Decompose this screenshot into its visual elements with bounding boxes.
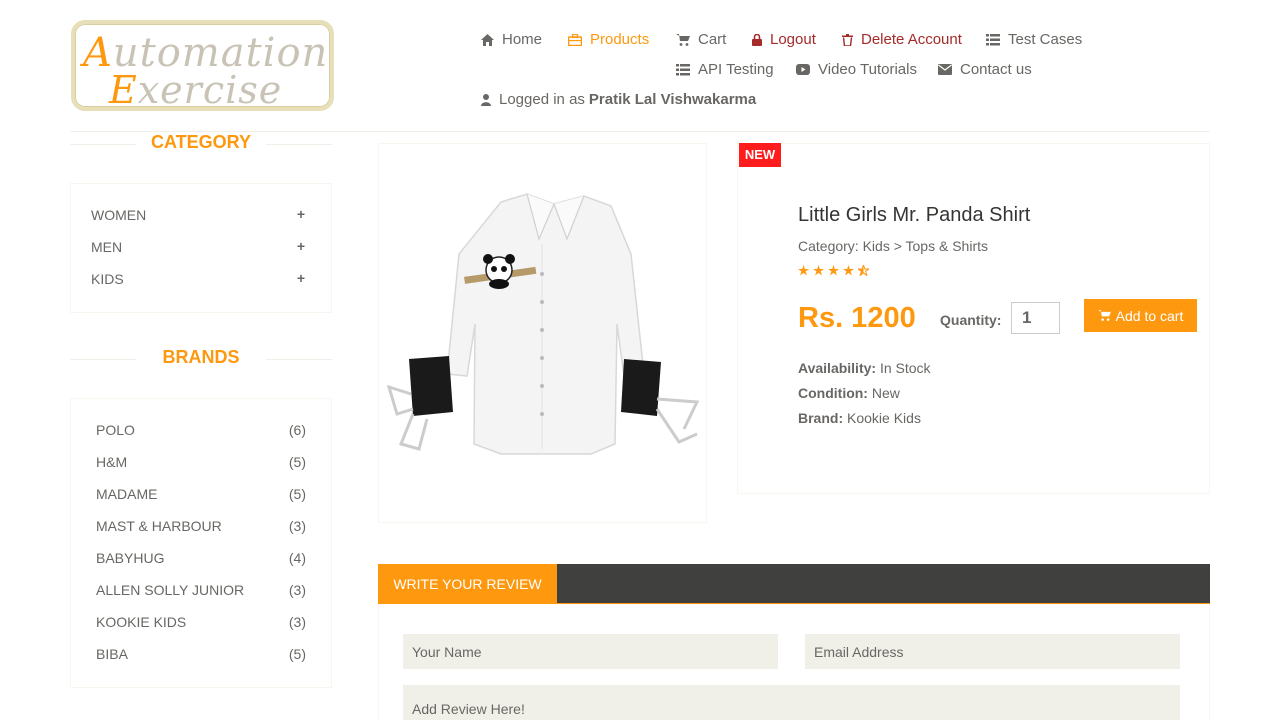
review-text-input[interactable]	[403, 685, 1180, 720]
quantity-label: Quantity:	[940, 312, 1002, 328]
nav-products-label: Products	[590, 31, 650, 48]
add-to-cart-label: Add to cart	[1115, 307, 1184, 324]
plus-icon[interactable]: +	[297, 270, 305, 286]
category-item-women[interactable]: WOMEN +	[91, 206, 305, 223]
brand-item-hm[interactable]: H&M (5)	[96, 454, 306, 470]
trash-icon	[842, 33, 853, 46]
nav-api-testing-label: API Testing	[698, 61, 774, 78]
review-name-input[interactable]	[403, 634, 778, 669]
brand-item-babyhug[interactable]: BABYHUG (4)	[96, 550, 306, 566]
youtube-icon	[796, 64, 810, 75]
brand-row: Brand: Kookie Kids	[798, 410, 921, 426]
nav-delete-account-label: Delete Account	[861, 31, 962, 48]
list-icon	[676, 63, 690, 75]
product-category: Category: Kids > Tops & Shirts	[798, 238, 988, 254]
envelope-icon	[938, 64, 952, 75]
new-badge: NEW	[739, 143, 781, 167]
category-panel: WOMEN + MEN + KIDS +	[70, 183, 332, 313]
nav-home[interactable]: Home	[481, 31, 542, 48]
briefcase-icon	[568, 33, 582, 46]
condition-row: Condition: New	[798, 385, 900, 401]
brands-title: BRANDS	[70, 347, 332, 368]
logged-in-status: Logged in as Pratik Lal Vishwakarma	[481, 91, 756, 108]
cart-icon	[676, 33, 690, 46]
star-icon	[843, 265, 854, 276]
product-price: Rs. 1200	[798, 302, 916, 334]
category-item-kids[interactable]: KIDS +	[91, 270, 305, 287]
brand-item-mast-harbour[interactable]: MAST & HARBOUR (3)	[96, 518, 306, 534]
brand-item-biba[interactable]: BIBA (5)	[96, 646, 306, 662]
nav-contact-us-label: Contact us	[960, 61, 1032, 78]
star-icon	[828, 265, 839, 276]
logged-in-prefix: Logged in as	[499, 91, 585, 108]
rating-stars	[798, 265, 869, 276]
brands-panel: POLO (6) H&M (5) MADAME (5) MAST & HARBOUR(…	[70, 398, 332, 688]
category-title: CATEGORY	[70, 132, 332, 153]
nav-logout[interactable]: Logout	[752, 31, 816, 48]
nav-test-cases[interactable]: Test Cases	[986, 31, 1082, 48]
brand-item-kookie-kids[interactable]: KOOKIE KIDS (3)	[96, 614, 306, 630]
category-item-men[interactable]: MEN +	[91, 238, 305, 255]
nav-api-testing[interactable]: API Testing	[676, 61, 774, 78]
nav-video-tutorials[interactable]: Video Tutorials	[796, 61, 917, 78]
nav-video-tutorials-label: Video Tutorials	[818, 61, 917, 78]
star-icon	[813, 265, 824, 276]
quantity-input[interactable]	[1011, 302, 1060, 334]
plus-icon[interactable]: +	[297, 238, 305, 254]
nav-products[interactable]: Products	[568, 31, 649, 48]
star-half-icon	[858, 265, 869, 276]
add-to-cart-button[interactable]: Add to cart	[1084, 299, 1197, 332]
nav-test-cases-label: Test Cases	[1008, 31, 1083, 48]
home-icon	[481, 33, 494, 46]
review-email-input[interactable]	[805, 634, 1180, 669]
lock-icon	[752, 33, 762, 46]
brand-item-allen-solly-junior[interactable]: ALLEN SOLLY JUNIOR (3)	[96, 582, 306, 598]
site-logo[interactable]: Automation Exercise	[71, 20, 334, 112]
product-title: Little Girls Mr. Panda Shirt	[798, 204, 1031, 226]
nav-logout-label: Logout	[770, 31, 816, 48]
nav-contact-us[interactable]: Contact us	[938, 61, 1032, 78]
list-icon	[986, 33, 1000, 45]
nav-delete-account[interactable]: Delete Account	[842, 31, 962, 48]
user-icon	[481, 93, 491, 106]
nav-cart[interactable]: Cart	[676, 31, 726, 48]
brand-item-polo[interactable]: POLO (6)	[96, 422, 306, 438]
logged-in-username: Pratik Lal Vishwakarma	[588, 91, 757, 108]
tab-write-review[interactable]: WRITE YOUR REVIEW	[378, 564, 557, 604]
brand-item-madame[interactable]: MADAME (5)	[96, 486, 306, 502]
nav-home-label: Home	[502, 31, 543, 48]
nav-cart-label: Cart	[698, 31, 727, 48]
plus-icon[interactable]: +	[297, 206, 305, 222]
product-image	[378, 143, 707, 523]
shirt-image	[386, 193, 700, 455]
star-icon	[798, 265, 809, 276]
availability-row: Availability: In Stock	[798, 360, 931, 376]
cart-icon	[1097, 310, 1111, 321]
